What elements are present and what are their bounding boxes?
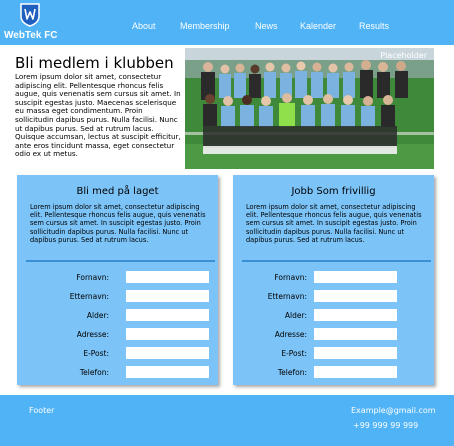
label-etternavn: Etternavn: <box>69 292 109 301</box>
input-etternavn[interactable] <box>314 290 397 302</box>
card-title: Bli med på laget <box>76 186 159 197</box>
label-fornavn: Fornavn: <box>274 273 307 282</box>
intro-text: Lorem ipsum dolor sit amet, consectetur … <box>15 72 181 159</box>
footer-label: Footer <box>29 406 55 415</box>
team-photo: Placeholder <box>185 48 434 169</box>
logo[interactable]: WebTek FC <box>4 3 58 43</box>
input-adresse[interactable] <box>314 328 397 340</box>
shield-logo-icon <box>20 3 40 27</box>
team-photo-image <box>185 48 434 169</box>
label-epost: E-Post: <box>281 349 307 358</box>
intro-title: Bli medlem i klubben <box>15 54 174 72</box>
label-telefon: Telefon: <box>277 368 307 377</box>
input-telefon[interactable] <box>126 366 209 378</box>
label-fornavn: Fornavn: <box>76 273 109 282</box>
input-adresse[interactable] <box>126 328 209 340</box>
label-alder: Alder: <box>86 311 109 320</box>
footer-phone: +99 999 99 999 <box>353 421 419 430</box>
site-footer: Footer Example@gmail.com +99 999 99 999 <box>0 395 454 446</box>
footer-email[interactable]: Example@gmail.com <box>351 406 436 415</box>
label-alder: Alder: <box>284 311 307 320</box>
card-text: Lorem ipsum dolor sit amet, consectetur … <box>30 203 206 244</box>
card-join-team: Bli med på laget Lorem ipsum dolor sit a… <box>17 175 218 385</box>
input-epost[interactable] <box>314 347 397 359</box>
input-fornavn[interactable] <box>126 271 209 283</box>
label-epost: E-Post: <box>83 349 109 358</box>
nav-results[interactable]: Results <box>359 21 389 31</box>
label-telefon: Telefon: <box>79 368 109 377</box>
label-etternavn: Etternavn: <box>267 292 307 301</box>
nav-membership[interactable]: Membership <box>180 21 230 31</box>
nav-about[interactable]: About <box>132 21 156 31</box>
input-alder[interactable] <box>126 309 209 321</box>
input-epost[interactable] <box>126 347 209 359</box>
card-divider <box>26 260 215 262</box>
label-adresse: Adresse: <box>274 330 307 339</box>
input-alder[interactable] <box>314 309 397 321</box>
input-telefon[interactable] <box>314 366 397 378</box>
input-fornavn[interactable] <box>314 271 397 283</box>
logo-text: WebTek FC <box>4 30 58 41</box>
nav-news[interactable]: News <box>255 21 278 31</box>
image-placeholder-label: Placeholder <box>380 51 427 60</box>
card-title: Jobb Som frivillig <box>291 186 376 197</box>
card-volunteer: Jobb Som frivillig Lorem ipsum dolor sit… <box>233 175 434 385</box>
site-header: WebTek FC About Membership News Kalender… <box>0 0 454 45</box>
card-text: Lorem ipsum dolor sit amet, consectetur … <box>246 203 422 244</box>
label-adresse: Adresse: <box>76 330 109 339</box>
card-divider <box>242 260 431 262</box>
nav-kalender[interactable]: Kalender <box>300 21 336 31</box>
input-etternavn[interactable] <box>126 290 209 302</box>
